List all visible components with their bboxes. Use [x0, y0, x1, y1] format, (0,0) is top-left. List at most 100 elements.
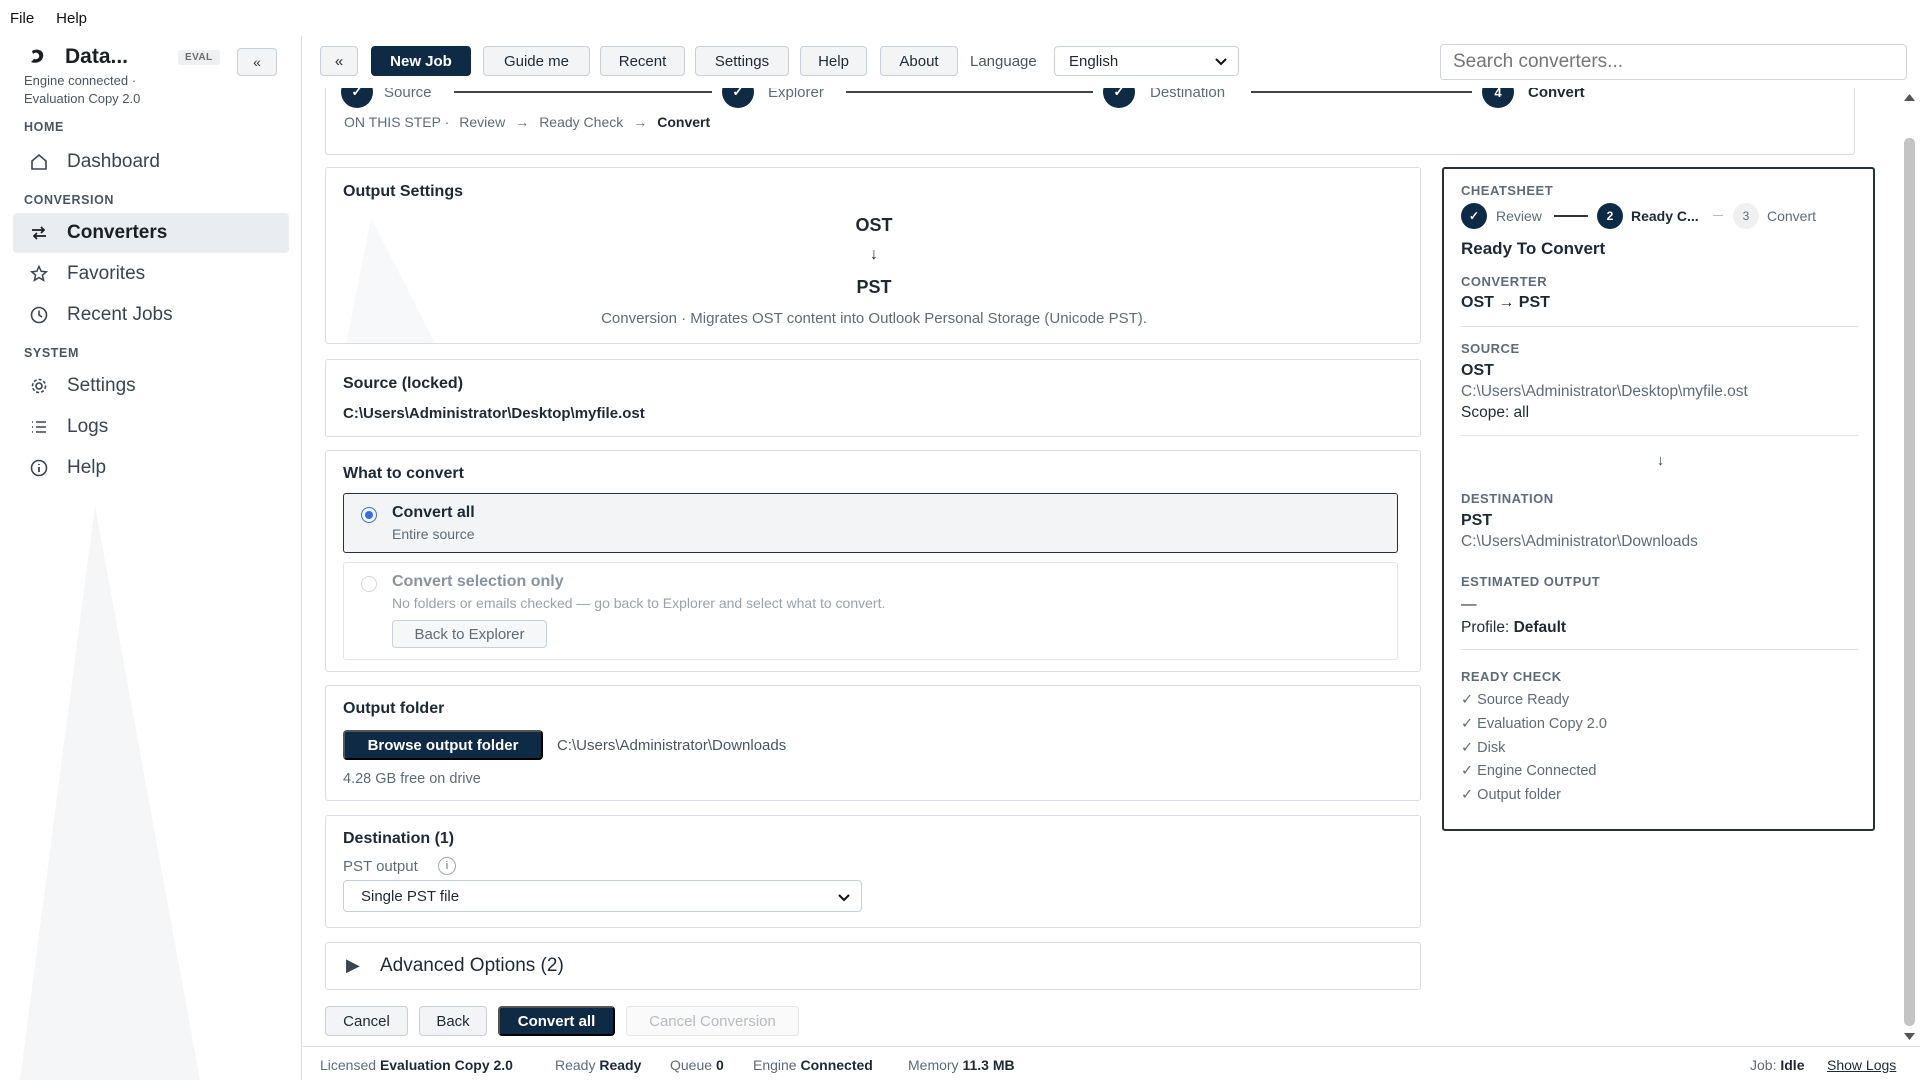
settings-button[interactable]: Settings: [695, 46, 789, 76]
status-licensed: Licensed Evaluation Copy 2.0: [320, 1057, 513, 1073]
guide-me-button[interactable]: Guide me: [483, 46, 590, 76]
expand-arrow-icon: ▶: [346, 955, 360, 975]
option-convert-selection[interactable]: Convert selection only No folders or ema…: [343, 562, 1398, 660]
status-label: Queue: [670, 1057, 713, 1073]
gear-icon: [31, 378, 47, 394]
language-select[interactable]: English: [1054, 46, 1239, 76]
show-logs-link[interactable]: Show Logs: [1827, 1057, 1896, 1073]
convert-all-button[interactable]: Convert all: [498, 1006, 615, 1036]
cancel-button[interactable]: Cancel: [325, 1006, 408, 1036]
converter-label: CONVERTER: [1461, 274, 1548, 289]
divider: [1461, 326, 1858, 327]
profile-label: Profile:: [1461, 619, 1510, 636]
status-job: Job: Idle: [1750, 1057, 1804, 1073]
status-value: Ready: [599, 1057, 642, 1073]
back-button[interactable]: Back: [419, 1006, 487, 1036]
cheatsheet-step-ready-label: Ready C...: [1631, 208, 1699, 224]
status-label: Licensed: [320, 1057, 377, 1073]
breadcrumb-item: Review: [459, 114, 506, 130]
sidebar-item-label: Logs: [67, 416, 109, 437]
profile-line: Profile: Default: [1461, 619, 1566, 637]
pst-output-select[interactable]: Single PST file: [343, 880, 862, 912]
sidebar-item-converters[interactable]: Converters: [13, 213, 289, 253]
ready-check-item: ✓ Output folder: [1461, 787, 1562, 803]
step-connector: [846, 91, 1093, 93]
status-engine: Engine Connected: [753, 1057, 873, 1073]
option-convert-all[interactable]: Convert all Entire source: [343, 493, 1398, 553]
cheatsheet-label: CHEATSHEET: [1461, 183, 1554, 198]
source-format: OST: [1461, 362, 1494, 379]
estimated-output-label: ESTIMATED OUTPUT: [1461, 574, 1601, 589]
step-source-check-icon: ✓: [341, 88, 373, 108]
clock-icon: [30, 306, 48, 324]
info-icon: [30, 459, 48, 477]
sidebar-item-favorites[interactable]: Favorites: [13, 254, 289, 294]
list-icon: [32, 421, 46, 433]
output-folder-title: Output folder: [343, 700, 445, 717]
vertical-scrollbar[interactable]: [1899, 88, 1920, 1046]
cheatsheet-step-ready-number: 2: [1597, 203, 1623, 229]
scope-text: Scope: all: [1461, 404, 1530, 421]
advanced-options-panel[interactable]: ▶ Advanced Options (2): [325, 942, 1421, 990]
option-subtitle: No folders or emails checked — go back t…: [392, 595, 886, 611]
sidebar-item-logs[interactable]: Logs: [13, 407, 289, 447]
sidebar-item-recent-jobs[interactable]: Recent Jobs: [13, 295, 289, 335]
scrollbar-thumb[interactable]: [1904, 138, 1915, 1026]
ready-check-item: ✓ Source Ready: [1461, 692, 1570, 708]
status-label: Ready: [555, 1057, 596, 1073]
scroll-down-icon[interactable]: [1903, 1032, 1916, 1042]
ready-check-item: ✓ Engine Connected: [1461, 763, 1597, 779]
status-label: Job:: [1750, 1057, 1777, 1073]
breadcrumb-current: Convert: [657, 114, 711, 130]
status-label: Memory: [908, 1057, 959, 1073]
source-card: Source (locked) C:\Users\Administrator\D…: [325, 359, 1421, 437]
help-button[interactable]: Help: [800, 46, 867, 76]
status-bar: Licensed Evaluation Copy 2.0 Ready Ready…: [303, 1046, 1920, 1080]
scroll-up-icon[interactable]: [1903, 92, 1916, 102]
converter-value: OST → PST: [1461, 294, 1550, 311]
destination-format: PST: [1461, 512, 1493, 529]
about-button[interactable]: About: [880, 46, 958, 76]
cheatsheet-step-convert-number: 3: [1733, 203, 1759, 229]
collapse-sidebar-button[interactable]: «: [237, 48, 277, 76]
source-path: C:\Users\Administrator\Desktop\myfile.os…: [1461, 383, 1748, 400]
info-icon[interactable]: i: [438, 857, 456, 875]
cheatsheet-panel: CHEATSHEET ✓ Review 2 Ready C... 3 Conve…: [1442, 167, 1875, 831]
app-logo-icon: [31, 49, 44, 63]
source-path: C:\Users\Administrator\Desktop\myfile.os…: [343, 405, 645, 422]
menu-bar: File Help: [0, 0, 1920, 36]
star-icon: [29, 264, 49, 282]
search-input[interactable]: [1440, 44, 1907, 80]
step-destination-check-icon: ✓: [1103, 88, 1135, 108]
down-arrow-icon: ↓: [870, 246, 878, 263]
language-value: English: [1069, 52, 1119, 70]
destination-title: Destination (1): [343, 830, 455, 847]
menu-file[interactable]: File: [10, 10, 34, 27]
cheatsheet-step-convert-label: Convert: [1767, 208, 1817, 224]
browse-output-folder-button[interactable]: Browse output folder: [343, 730, 543, 760]
new-job-button[interactable]: New Job: [371, 46, 471, 76]
ready-check-label: READY CHECK: [1461, 669, 1562, 684]
sidebar-item-help[interactable]: Help: [13, 448, 289, 488]
radio-convert-selection[interactable]: [361, 576, 377, 592]
breadcrumb: ON THIS STEP · Review → Ready Check → Co…: [344, 114, 710, 130]
sidebar-item-settings[interactable]: Settings: [13, 366, 289, 406]
step-connector: [454, 91, 712, 93]
down-arrow-icon: ↓: [1656, 452, 1665, 469]
menu-help[interactable]: Help: [56, 10, 87, 27]
stepper-card: ✓ Source ✓ Explorer ✓ Destination 4 Conv…: [325, 88, 1855, 155]
conversion-description: Conversion · Migrates OST content into O…: [601, 310, 1147, 327]
step-convert-number: 4: [1482, 88, 1514, 108]
chevron-down-icon: [838, 894, 850, 902]
recent-button[interactable]: Recent: [600, 46, 685, 76]
nav-back-button[interactable]: «: [320, 46, 358, 76]
step-explorer-label: Explorer: [768, 88, 824, 101]
radio-convert-all[interactable]: [361, 507, 377, 523]
status-queue: Queue 0: [670, 1057, 724, 1073]
from-format: OST: [855, 215, 893, 235]
sidebar-item-dashboard[interactable]: Dashboard: [13, 142, 289, 182]
back-to-explorer-button[interactable]: Back to Explorer: [392, 620, 547, 648]
section-home: HOME: [24, 120, 64, 134]
pst-output-label: PST output: [343, 858, 418, 875]
cancel-conversion-button[interactable]: Cancel Conversion: [626, 1006, 799, 1036]
